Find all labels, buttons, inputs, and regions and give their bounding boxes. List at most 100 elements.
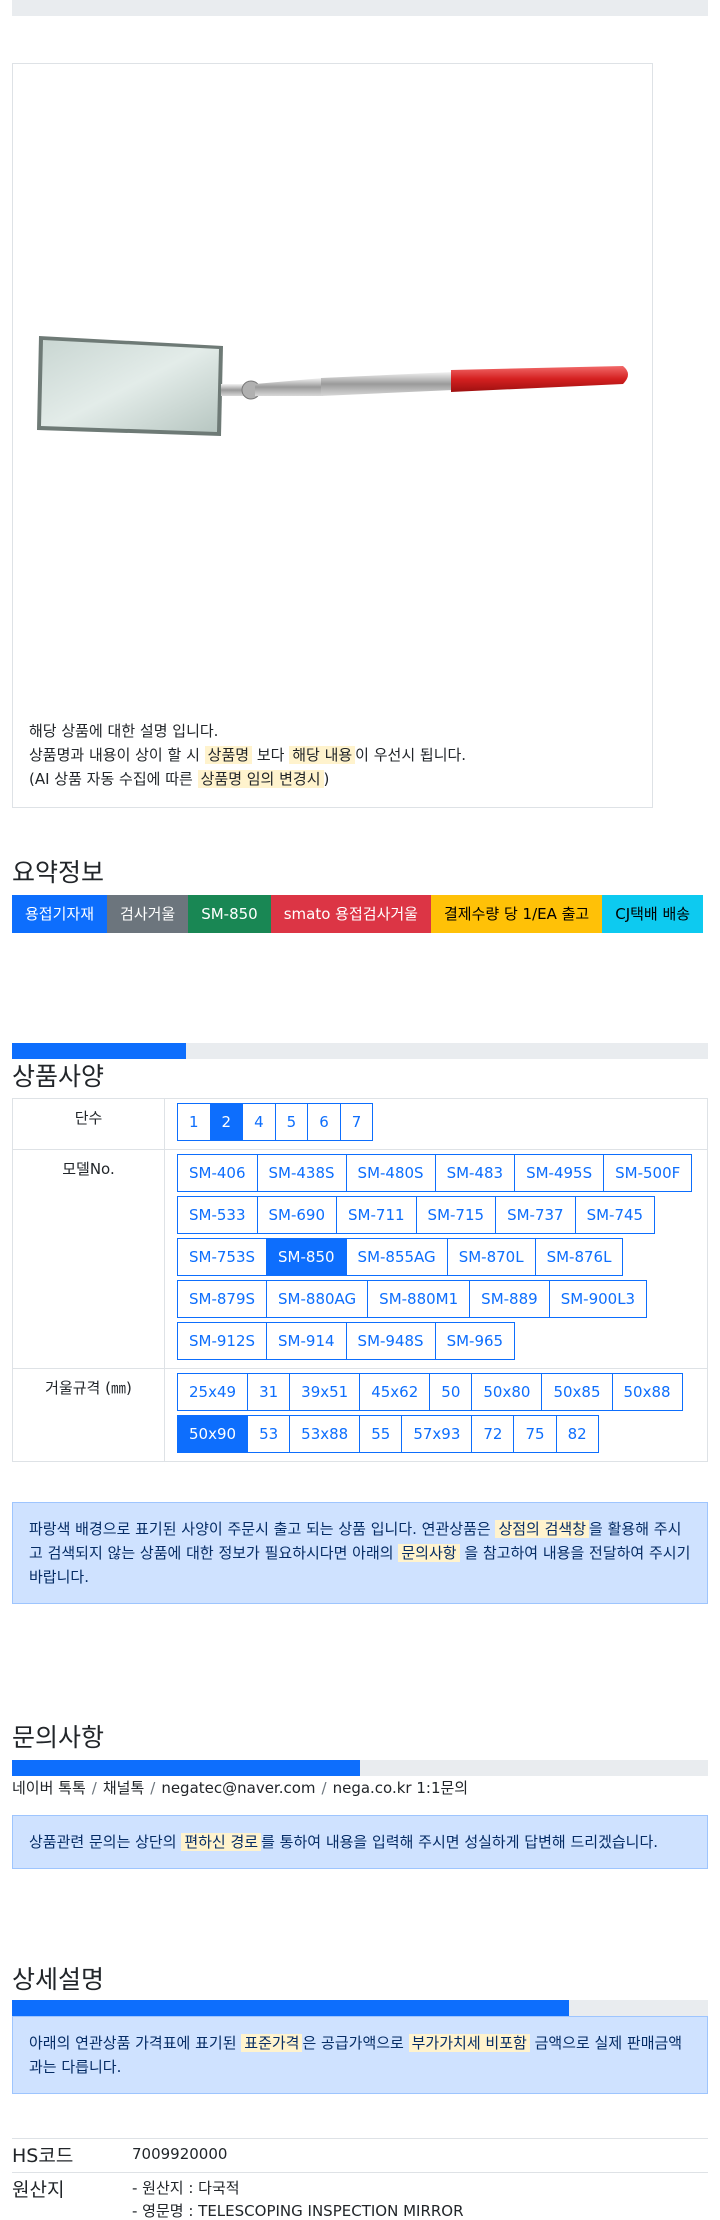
contact-links: 네이버 톡톡 / 채널톡 / negatec@naver.com / nega.co.kr … [12,1777,468,1798]
spec-options: SM-406 SM-438S SM-480S SM-483 SM-495S SM-500F… [164,1149,708,1369]
summary-badge: 검사거울 [107,895,189,933]
spec-option-button[interactable]: SM-495S [514,1154,605,1192]
desc-line-3: (AI 상품 자동 수집에 따른 상품명 임의 변경시) [29,767,466,791]
highlight-product-name: 상품명 [204,746,253,764]
highlight-vat-excluded: 부가가치세 비포함 [408,2034,530,2052]
spec-option-button[interactable]: SM-753S [177,1238,268,1276]
contact-separator: / [91,1779,97,1797]
product-description: 해당 상품에 대한 설명 입니다. 상품명과 내용이 상이 할 시 상품명 보다… [29,719,466,791]
spec-progress-bar [12,1043,708,1059]
spec-option-button[interactable]: 39x51 [289,1373,361,1411]
spec-option-button[interactable]: 50x90 [177,1415,249,1453]
hs-code-label: HS코드 [12,2145,74,2167]
highlight-inquiry: 문의사항 [398,1544,460,1562]
spec-option-button[interactable]: SM-406 [177,1154,258,1192]
spec-option-button[interactable]: 50x80 [471,1373,543,1411]
spec-option-button[interactable]: 31 [247,1373,291,1411]
spec-option-button[interactable]: 53x88 [289,1415,361,1453]
spec-option-button[interactable]: SM-912S [177,1322,268,1360]
spec-row-label: 단수 [12,1098,165,1150]
spec-option-button[interactable]: SM-965 [434,1322,516,1360]
spec-option-button[interactable]: SM-737 [495,1196,576,1234]
highlight-name-change: 상품명 임의 변경시 [197,770,324,788]
contact-link[interactable]: nega.co.kr 1:1문의 [333,1779,469,1797]
spec-option-button[interactable]: SM-880AG [266,1280,369,1318]
hs-code-value: 7009920000 [132,2145,228,2163]
spec-option-button[interactable]: 72 [471,1415,515,1453]
notice-text: 파랑색 배경으로 표기된 사양이 주문시 출고 되는 상품 입니다. 연관상품은 [29,1520,496,1538]
spec-option-button[interactable]: 2 [209,1103,244,1141]
spec-row-label: 거울규격 (㎜) [12,1368,165,1462]
spec-option-button[interactable]: 82 [555,1415,599,1453]
summary-badge: 결제수량 당 1/EA 출고 [430,895,603,933]
contact-link[interactable]: 채널톡 [103,1779,144,1797]
spec-option-button[interactable]: SM-855AG [345,1238,448,1276]
spec-option-button[interactable]: SM-533 [177,1196,258,1234]
spec-option-button[interactable]: SM-711 [336,1196,417,1234]
summary-badges: 용접기자재 검사거울 SM-850 smato 용접검사거울 결제수량 당 1/EA 출… [12,895,708,933]
spec-option-button[interactable]: 50x88 [611,1373,683,1411]
desc-text: 이 우선시 됩니다. [355,746,467,764]
spec-options: 25x49 31 39x51 45x62 50 50x80 50x85 50x8850x90 5… [164,1368,708,1462]
summary-badge: smato 용접검사거울 [270,895,431,933]
spec-option-button[interactable]: SM-690 [256,1196,338,1234]
desc-text: ) [323,770,330,788]
contact-separator: / [150,1779,156,1797]
spec-title: 상품사양 [12,1062,105,1091]
spec-row: 거울규격 (㎜) 25x49 31 39x51 45x62 50 50x80 50x85 50x… [12,1368,708,1462]
spec-option-button[interactable]: SM-879S [177,1280,268,1318]
spec-option-button[interactable]: 50x85 [541,1373,613,1411]
inspection-mirror-image [37,336,628,436]
spec-row: 단수 1 2 4 5 6 7 [12,1098,708,1150]
detail-title: 상세설명 [12,1965,105,1994]
spec-options: 124567 [164,1098,708,1150]
highlight-content: 해당 내용 [289,746,356,764]
spec-notice: 파랑색 배경으로 표기된 사양이 주문시 출고 되는 상품 입니다. 연관상품은… [12,1502,708,1604]
spec-option-button[interactable]: SM-870L [446,1238,536,1276]
spec-option-button[interactable]: 6 [307,1103,341,1141]
origin-row: 원산지 - 원산지 : 다국적 - 영문명 : TELESCOPING INSP… [12,2172,708,2220]
spec-option-button[interactable]: SM-889 [469,1280,550,1318]
desc-line-1: 해당 상품에 대한 설명 입니다. [29,722,219,740]
inquiry-progress-fill [12,1760,360,1776]
spec-option-button[interactable]: 1 [177,1103,211,1141]
spec-option-button[interactable]: SM-745 [574,1196,656,1234]
spec-option-button[interactable]: 45x62 [359,1373,431,1411]
spec-option-button[interactable]: 55 [359,1415,403,1453]
detail-progress-bar [12,2000,708,2016]
contact-link[interactable]: negatec@naver.com [161,1779,315,1797]
spec-option-button[interactable]: 75 [513,1415,557,1453]
top-progress-bar [12,0,708,16]
spec-option-button[interactable]: SM-948S [345,1322,436,1360]
spec-option-button[interactable]: 7 [339,1103,374,1141]
spec-option-button[interactable]: 57x93 [401,1415,473,1453]
origin-values: - 원산지 : 다국적 - 영문명 : TELESCOPING INSPECTI… [132,2177,464,2220]
summary-title: 요약정보 [12,858,105,887]
spec-option-button[interactable]: 50 [429,1373,473,1411]
spec-option-button[interactable]: SM-850 [266,1238,347,1276]
spec-option-button[interactable]: SM-483 [434,1154,516,1192]
summary-badge: CJ택배 배송 [602,895,704,933]
contact-separator: / [321,1779,327,1797]
spec-option-button[interactable]: SM-880M1 [367,1280,471,1318]
notice-text: 를 통하여 내용을 입력해 주시면 성실하게 답변해 드리겠습니다. [261,1833,659,1851]
contact-link[interactable]: 네이버 톡톡 [12,1779,86,1797]
desc-text: 상품명과 내용이 상이 할 시 [29,746,205,764]
spec-option-button[interactable]: 4 [242,1103,276,1141]
product-image-box: 해당 상품에 대한 설명 입니다. 상품명과 내용이 상이 할 시 상품명 보다… [12,63,653,808]
spec-option-button[interactable]: 5 [274,1103,309,1141]
spec-option-button[interactable]: SM-438S [256,1154,347,1192]
spec-option-button[interactable]: SM-480S [345,1154,436,1192]
detail-progress-fill [12,2000,569,2016]
spec-option-button[interactable]: SM-500F [603,1154,693,1192]
spec-option-button[interactable]: SM-876L [534,1238,624,1276]
origin-label: 원산지 [12,2179,65,2201]
spec-table: 단수 1 2 4 5 6 7 모델No. SM-406 SM-438S SM-480S SM-483 S… [12,1098,708,1462]
spec-option-button[interactable]: 53 [247,1415,291,1453]
origin-country: - 원산지 : 다국적 [132,2179,240,2197]
spec-option-button[interactable]: SM-715 [415,1196,497,1234]
spec-option-button[interactable]: SM-914 [266,1322,347,1360]
spec-row: 모델No. SM-406 SM-438S SM-480S SM-483 SM-495S SM… [12,1149,708,1369]
spec-option-button[interactable]: SM-900L3 [548,1280,648,1318]
spec-option-button[interactable]: 25x49 [177,1373,249,1411]
